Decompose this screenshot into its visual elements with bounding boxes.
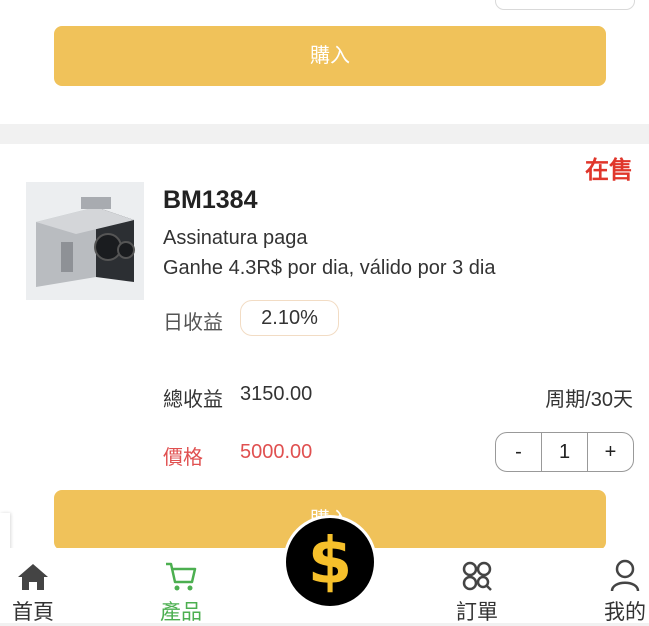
nav-item-home[interactable]: 首頁 [0, 548, 78, 626]
product-name: BM1384 [163, 186, 258, 214]
quantity-stepper: - 1 + [495, 432, 634, 472]
product-subscription: Assinatura paga [163, 227, 308, 249]
nav-item-profile[interactable]: 我的 [580, 548, 649, 626]
previous-card-tag [495, 0, 635, 10]
nav-label-home: 首頁 [12, 601, 54, 624]
user-icon [580, 548, 649, 592]
cart-icon [136, 548, 226, 592]
total-income-value: 3150.00 [240, 383, 313, 405]
price-label: 價格 [163, 447, 203, 469]
decrement-button[interactable]: - [496, 433, 541, 471]
product-description: Ganhe 4.3R$ por dia, válido por 3 dia [163, 257, 496, 279]
dollar-center-button[interactable]: $ [283, 515, 377, 609]
product-image [26, 182, 144, 300]
dollar-icon: $ [307, 525, 353, 599]
daily-income-badge: 2.10% [240, 300, 339, 336]
increment-button[interactable]: + [588, 433, 633, 471]
quantity-value[interactable]: 1 [541, 433, 588, 471]
price-value: 5000.00 [240, 441, 313, 463]
nav-label-orders: 訂單 [456, 601, 498, 624]
buy-button-previous[interactable]: 購入 [54, 26, 606, 86]
period-label: 周期/30天 [545, 389, 633, 411]
status-badge: 在售 [585, 157, 633, 184]
nav-item-orders[interactable]: 訂單 [432, 548, 522, 626]
home-icon [0, 548, 78, 592]
daily-income-label: 日收益 [163, 312, 223, 334]
nav-label-products: 產品 [160, 601, 202, 624]
orders-icon [432, 548, 522, 592]
previous-product-card: 購入 [0, 0, 649, 124]
nav-label-profile: 我的 [604, 601, 646, 624]
nav-item-products[interactable]: 產品 [136, 548, 226, 626]
total-income-label: 總收益 [163, 389, 223, 411]
